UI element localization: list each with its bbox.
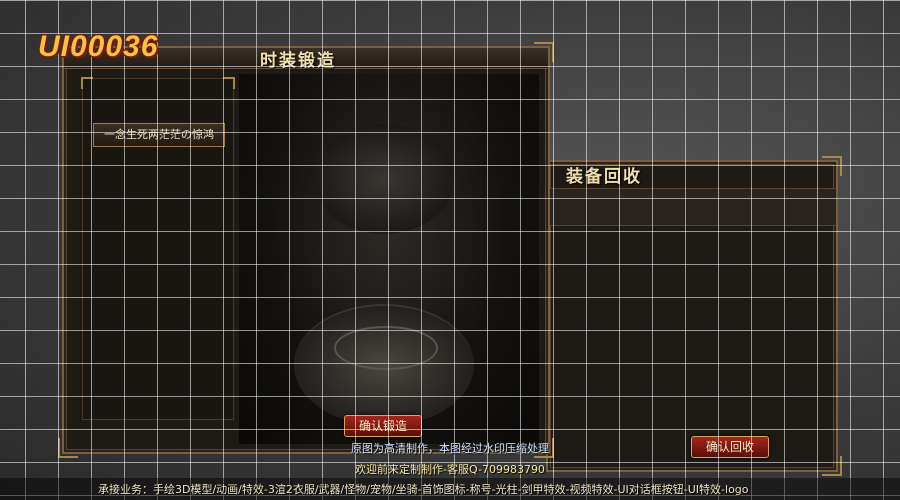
ui-code-label: UI00036 (38, 30, 159, 63)
corner-ornament (223, 77, 235, 89)
footer-text: 承接业务：手绘3D模型/动画/特效-3渲2衣服/武器/怪物/宠物/坐骑-首饰图标… (98, 483, 749, 496)
confirm-forge-button[interactable]: 确认锻造 (344, 415, 423, 437)
footer-bar: 承接业务：手绘3D模型/动画/特效-3渲2衣服/武器/怪物/宠物/坐骑-首饰图标… (0, 478, 900, 500)
forge-panel: 时装锻造 一念生死两茫茫の惊鸿 确认锻造 (58, 42, 554, 458)
notice-line-1: 原图为高清制作，本图经过水印压缩处理 (351, 442, 549, 455)
forge-preview-area (239, 74, 539, 444)
recycle-panel-title: 装备回收 (566, 167, 642, 187)
corner-ornament (822, 156, 842, 176)
list-item[interactable]: 一念生死两茫茫の惊鸿 (93, 123, 225, 147)
corner-ornament (534, 42, 554, 62)
pedestal-disk (294, 304, 474, 426)
notice-line-2: 欢迎前来定制制作-客服Q-709983790 (355, 463, 545, 476)
recycle-header-bar (548, 188, 836, 226)
costume-list: 一念生死两茫茫の惊鸿 (81, 77, 235, 420)
recycle-panel: 装备回收 确认回收 (546, 156, 842, 476)
corner-ornament (81, 77, 93, 89)
forge-panel-title: 时装锻造 (260, 51, 336, 71)
dragon-emblem-icon (314, 124, 454, 234)
